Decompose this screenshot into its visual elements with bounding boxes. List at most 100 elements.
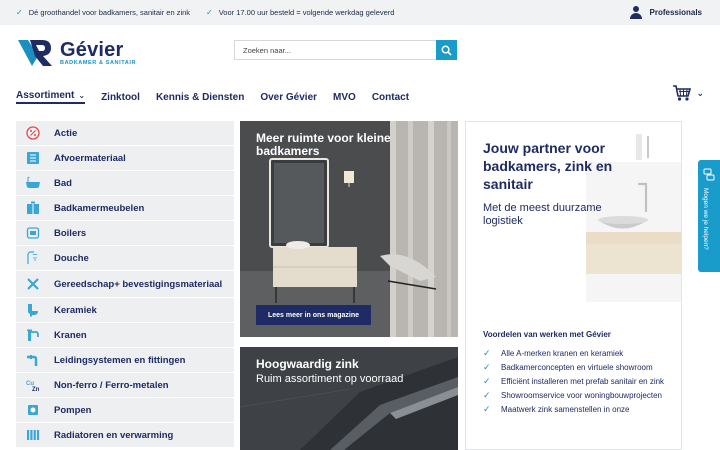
zinc-tile[interactable]: Hoogwaardig zink Ruim assortiment op voo… [240,347,458,450]
category-sidebar: Actie Afvoermateriaal Bad Badkamermeubel… [16,121,234,448]
cart-button[interactable]: ⌄ [672,84,704,102]
percent-badge-icon [25,125,41,141]
pump-icon [25,402,41,418]
list-item: ✓ Maatwerk zink samenstellen in onze [483,404,673,415]
nav-label: Assortiment [16,90,75,101]
logo-tagline: BADKAMER & SANITAIR [60,60,137,66]
sidebar-item-label: Pompen [54,404,92,416]
benefits-title: Voordelen van werken met Gévier [483,330,611,339]
sidebar-item-keramiek[interactable]: Keramiek [16,298,234,322]
sidebar-item-label: Bad [54,177,72,189]
faucet-icon [25,327,41,343]
sidebar-item-boilers[interactable]: Boilers [16,221,234,245]
sidebar-item-label: Radiatoren en verwarming [54,429,174,441]
nav-label: Over Gévier [260,91,318,103]
metals-icon: Cu Zn [25,377,41,393]
list-item: ✓ Alle A-merken kranen en keramiek [483,348,673,359]
nav-item-zinktool[interactable]: Zinktool [101,90,140,104]
nav-item-contact[interactable]: Contact [372,90,409,104]
help-feedback-tab[interactable]: Mogen we je helpen? [698,160,720,272]
tile-title: Meer ruimte voor kleine badkamers [256,131,391,158]
sidebar-item-badkamermeubelen[interactable]: Badkamermeubelen [16,196,234,220]
nav-item-assortiment[interactable]: Assortiment ⌄ [16,90,86,104]
check-icon: ✓ [483,348,491,358]
benefit-text: Showroomservice voor woningbouwprojecten [501,391,662,400]
sidebar-item-label: Non-ferro / Ferro-metalen [54,379,169,391]
top-utility-bar: ✓ Dé groothandel voor badkamers, sanitai… [0,0,720,25]
check-icon: ✓ [16,8,23,17]
check-icon: ✓ [483,390,491,400]
toilet-icon [25,302,41,318]
search-icon [441,45,452,56]
sidebar-item-non-ferro[interactable]: Cu Zn Non-ferro / Ferro-metalen [16,373,234,397]
benefit-text: Maatwerk zink samenstellen in onze [501,405,630,414]
cart-icon [673,85,692,101]
sidebar-item-label: Douche [54,252,89,264]
sidebar-item-label: Leidingsystemen en fittingen [54,354,186,366]
sidebar-item-label: Afvoermateriaal [54,152,126,164]
gevier-logo-icon [18,40,52,66]
nav-label: Zinktool [101,91,140,103]
list-item: ✓ Showroomservice voor woningbouwprojecte… [483,390,673,401]
search-button[interactable] [436,40,457,60]
chat-bubbles-icon [703,168,715,181]
sidebar-item-label: Kranen [54,329,87,341]
nav-label: Contact [371,91,410,103]
read-magazine-button[interactable]: Lees meer in ons magazine [256,305,372,325]
panel-subtitle: Met de meest duurzame logistiek [483,202,602,227]
sidebar-item-actie[interactable]: Actie [16,121,234,145]
sidebar-item-leidingsystemen[interactable]: Leidingsystemen en fittingen [16,348,234,372]
list-item: ✓ Efficiënt installeren met prefab sanita… [483,376,673,387]
user-icon [629,6,642,19]
shower-icon [25,250,41,266]
usp-wholesaler: ✓ Dé groothandel voor badkamers, sanitai… [16,8,190,17]
sidebar-item-label: Badkamermeubelen [54,202,145,214]
nav-item-mvo[interactable]: MVO [333,90,356,104]
sidebar-item-gereedschap[interactable]: Gereedschap+ bevestigingsmateriaal [16,271,234,297]
search-input[interactable] [234,40,436,60]
list-item: ✓ Badkamerconcepten en virtuele showroom [483,362,673,373]
nav-item-over-gevier[interactable]: Over Gévier [260,90,317,104]
benefit-text: Efficiënt installeren met prefab sanitai… [501,377,665,386]
help-label: Mogen we je helpen? [702,188,709,250]
sidebar-item-label: Keramiek [54,304,97,316]
nav-label: Kennis & Diensten [155,91,245,103]
chevron-down-icon: ⌄ [78,91,86,100]
search-bar [234,40,457,60]
benefit-text: Badkamerconcepten en virtuele showroom [501,363,653,372]
professionals-label: Professionals [649,7,702,17]
radiator-icon [25,427,41,443]
sidebar-item-pompen[interactable]: Pompen [16,398,234,422]
sidebar-item-radiatoren[interactable]: Radiatoren en verwarming [16,423,234,447]
bathtub-icon [25,175,41,191]
drain-icon [25,150,41,166]
nav-item-kennis-diensten[interactable]: Kennis & Diensten [156,90,244,104]
usp-text: Voor 17.00 uur besteld = volgende werkda… [218,8,395,17]
sidebar-item-label: Boilers [54,227,87,239]
sidebar-item-label: Gereedschap+ bevestigingsmateriaal [54,278,223,290]
usp-text: Dé groothandel voor badkamers, sanitair … [28,8,191,17]
tile-title: Hoogwaardig zink [256,357,359,371]
svg-text:Zn: Zn [32,387,40,392]
logo-brand: Gévier [60,39,124,61]
usp-delivery: ✓ Voor 17.00 uur besteld = volgende werk… [206,8,394,17]
check-icon: ✓ [483,362,491,372]
check-icon: ✓ [206,8,213,17]
benefit-text: Alle A-merken kranen en keramiek [501,349,624,358]
bathroom-cabinet-icon [25,200,41,216]
site-logo[interactable]: Gévier BADKAMER & SANITAIR [16,38,136,68]
chevron-down-icon: ⌄ [696,87,704,98]
check-icon: ✓ [483,404,491,414]
sidebar-item-douche[interactable]: Douche [16,246,234,270]
benefits-list: ✓ Alle A-merken kranen en keramiek ✓ Badka… [483,348,673,418]
sidebar-item-kranen[interactable]: Kranen [16,323,234,347]
bathroom-magazine-tile[interactable]: Meer ruimte voor kleine badkamers Lees m… [240,121,458,337]
sidebar-item-afvoermateriaal[interactable]: Afvoermateriaal [16,146,234,170]
nav-label: MVO [333,91,356,103]
panel-title: Jouw partner voor badkamers, zink en san… [483,140,613,192]
partner-panel: Jouw partner voor badkamers, zink en san… [465,121,682,450]
professionals-link[interactable]: Professionals [629,6,702,19]
boiler-icon [25,225,41,241]
main-nav: Assortiment ⌄ Zinktool Kennis & Diensten… [16,90,409,104]
sidebar-item-bad[interactable]: Bad [16,171,234,195]
